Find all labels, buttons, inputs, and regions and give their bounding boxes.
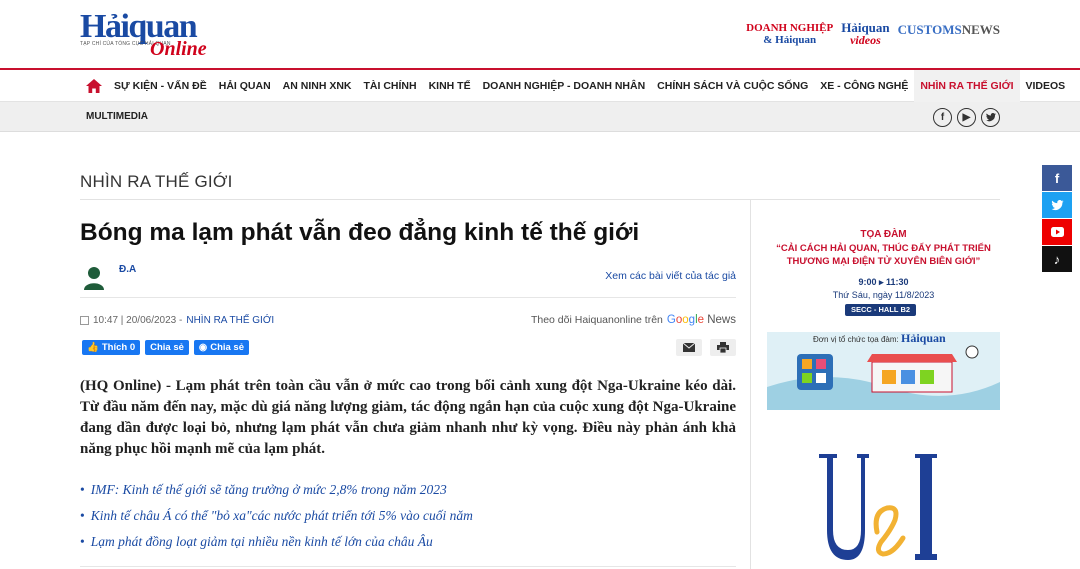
related-articles: IMF: Kinh tế thế giới sẽ tăng trưởng ở m… bbox=[80, 481, 736, 559]
twitter-icon[interactable] bbox=[1042, 192, 1072, 218]
utility-buttons bbox=[676, 339, 736, 356]
nav-item[interactable]: DOANH NGHIỆP - DOANH NHÂN bbox=[477, 70, 652, 102]
article-lead: (HQ Online) - Lạm phát trên toàn cầu vẫn… bbox=[80, 378, 736, 457]
author-row: Đ.A Xem các bài viết của tác giả bbox=[80, 262, 736, 292]
email-icon[interactable] bbox=[676, 339, 702, 356]
google-news-logo: Google News bbox=[666, 314, 736, 326]
nav-item[interactable]: HẢI QUAN bbox=[213, 70, 277, 102]
nav-item[interactable]: NHÌN RA THẾ GIỚI bbox=[914, 70, 1020, 102]
thumbs-up-icon: 👍 bbox=[87, 342, 99, 353]
messenger-icon: ◉ bbox=[198, 342, 208, 353]
follow-text: Theo dõi Haiquanonline trên bbox=[530, 314, 663, 326]
author-name[interactable]: Đ.A bbox=[119, 264, 136, 275]
related-article-link[interactable]: Kinh tế châu Á có thể "bỏ xa"các nước ph… bbox=[80, 507, 736, 533]
banner-venue: SECC - HALL B2 bbox=[845, 304, 917, 316]
twitter-icon[interactable] bbox=[981, 108, 1000, 127]
event-banner-ad[interactable]: TỌA ĐÀM “CẢI CÁCH HẢI QUAN, THÚC ĐẨY PHÁ… bbox=[767, 212, 1000, 410]
author-articles-link[interactable]: Xem các bài viết của tác giả bbox=[605, 270, 736, 282]
messenger-share-label: Chia sẻ bbox=[210, 342, 244, 353]
like-label: Thích 0 bbox=[101, 342, 136, 353]
partner-dn-line2: & Hảiquan bbox=[763, 34, 817, 46]
related-article-link[interactable]: Lạm phát đồng loạt giảm tại nhiều nền ki… bbox=[80, 533, 736, 559]
site-header: Hảiquan TẠP CHÍ CỦA TỔNG CỤC HẢI QUAN On… bbox=[0, 0, 1080, 68]
partner-dn-line1: DOANH NGHIỆP bbox=[746, 22, 834, 34]
banner-org-name: Hảiquan bbox=[900, 331, 946, 345]
facebook-like-button[interactable]: 👍 Thích 0 bbox=[82, 340, 141, 355]
banner-title-1: TỌA ĐÀM bbox=[860, 229, 907, 240]
partner-customs-b: NEWS bbox=[961, 22, 1000, 37]
category-link[interactable]: NHÌN RA THẾ GIỚI bbox=[186, 315, 274, 326]
content-divider bbox=[80, 199, 1000, 200]
site-logo[interactable]: Hảiquan TẠP CHÍ CỦA TỔNG CỤC HẢI QUAN On… bbox=[80, 10, 220, 61]
article-meta: 10:47 | 20/06/2023 - NHÌN RA THẾ GIỚI bbox=[80, 315, 274, 326]
partner-links: DOANH NGHIỆP & Hảiquan Hảiquan videos CU… bbox=[746, 21, 1000, 47]
meta-divider bbox=[80, 297, 736, 298]
facebook-icon[interactable]: f bbox=[1042, 165, 1072, 191]
floating-social-bar: f ♪ bbox=[1042, 165, 1072, 272]
author-avatar-icon bbox=[84, 267, 104, 290]
nav-item[interactable]: KINH TẾ bbox=[423, 70, 477, 102]
banner-organizer: Đơn vị tổ chức tọa đàm: Hảiquan bbox=[813, 331, 946, 346]
partner-videos-link[interactable]: Hảiquan videos bbox=[841, 21, 889, 47]
banner-time: 9:00 ▸ 11:30 bbox=[858, 277, 909, 287]
publish-time: 10:47 | 20/06/2023 - bbox=[93, 315, 183, 326]
nav-item[interactable]: VIDEOS bbox=[1020, 70, 1072, 102]
banner-org-label: Đơn vị tổ chức tọa đàm: bbox=[813, 335, 899, 344]
nav-item-multimedia[interactable]: MULTIMEDIA bbox=[86, 102, 148, 132]
sub-nav: MULTIMEDIA f ▶ bbox=[0, 102, 1080, 132]
messenger-share-button[interactable]: ◉ Chia sẻ bbox=[193, 340, 249, 355]
share-buttons: 👍 Thích 0 Chia sẻ ◉ Chia sẻ bbox=[82, 340, 249, 355]
partner-doanhnghiep-link[interactable]: DOANH NGHIỆP & Hảiquan bbox=[746, 22, 833, 46]
banner-date: Thứ Sáu, ngày 11/8/2023 bbox=[832, 290, 935, 300]
ui-brand-logo[interactable] bbox=[815, 450, 955, 569]
main-nav: SỰ KIỆN - VẤN ĐỀ HẢI QUAN AN NINH XNK TÀI C… bbox=[0, 68, 1080, 102]
tiktok-icon[interactable]: ♪ bbox=[1042, 246, 1072, 272]
related-article-link[interactable]: IMF: Kinh tế thế giới sẽ tăng trưởng ở m… bbox=[80, 481, 736, 507]
calendar-icon bbox=[80, 316, 89, 325]
partner-video-line2: videos bbox=[850, 33, 881, 47]
related-divider bbox=[80, 566, 736, 567]
article-title: Bóng ma lạm phát vẫn đeo đẳng kinh tế th… bbox=[80, 219, 640, 246]
facebook-share-button[interactable]: Chia sẻ bbox=[145, 340, 189, 355]
column-divider bbox=[750, 199, 751, 569]
nav-item[interactable]: CHÍNH SÁCH VÀ CUỘC SỐNG bbox=[651, 70, 814, 102]
nav-item[interactable]: SỰ KIỆN - VẤN ĐỀ bbox=[108, 70, 213, 102]
banner-title-2: “CẢI CÁCH HẢI QUAN, THÚC ĐẨY PHÁT TRIỂN … bbox=[776, 243, 991, 267]
header-social: f ▶ bbox=[933, 108, 1000, 127]
google-news-word: News bbox=[707, 314, 736, 326]
home-icon[interactable] bbox=[80, 70, 108, 102]
youtube-icon[interactable] bbox=[1042, 219, 1072, 245]
nav-item[interactable]: AN NINH XNK bbox=[277, 70, 358, 102]
nav-item[interactable]: TÀI CHÍNH bbox=[358, 70, 423, 102]
facebook-icon[interactable]: f bbox=[933, 108, 952, 127]
partner-customsnews-link[interactable]: CUSTOMSNEWS bbox=[898, 22, 1000, 38]
partner-customs-a: CUSTOMS bbox=[897, 22, 962, 37]
google-news-follow[interactable]: Theo dõi Haiquanonline trên Google News bbox=[531, 314, 736, 326]
print-icon[interactable] bbox=[710, 339, 736, 356]
nav-item[interactable]: XE - CÔNG NGHỆ bbox=[814, 70, 914, 102]
youtube-icon[interactable]: ▶ bbox=[957, 108, 976, 127]
section-title: NHÌN RA THẾ GIỚI bbox=[80, 172, 233, 191]
logo-online-text: Online bbox=[150, 38, 207, 60]
